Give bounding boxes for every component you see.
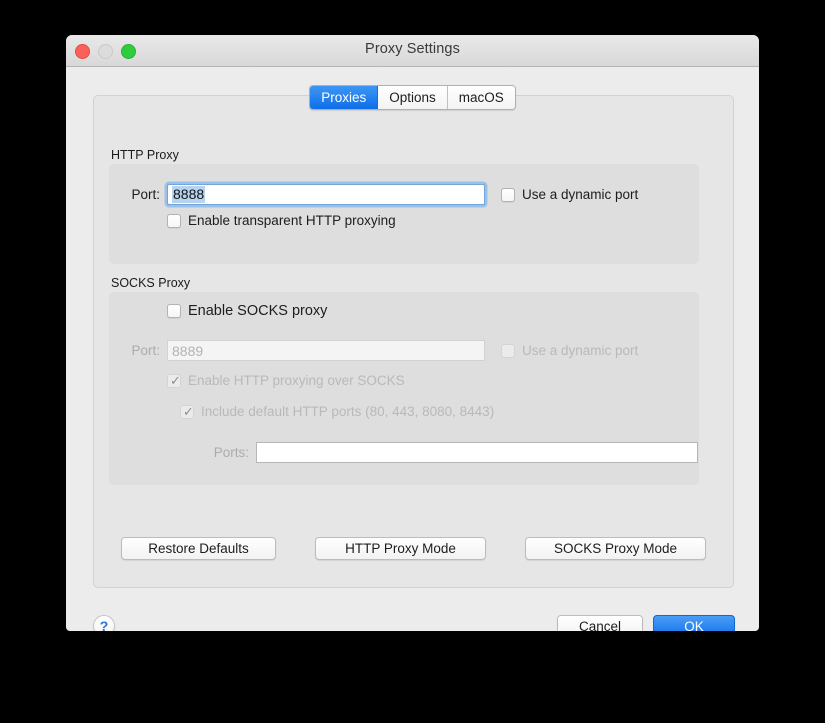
http-proxy-group-label: HTTP Proxy — [111, 148, 179, 162]
default-http-ports-row: ✓ Include default HTTP ports (80, 443, 8… — [109, 404, 494, 419]
dialog-footer: ? Cancel OK — [66, 586, 759, 631]
checkbox-box — [167, 304, 181, 318]
include-default-http-ports-label: Include default HTTP ports (80, 443, 808… — [201, 404, 494, 419]
socks-proxy-mode-button[interactable]: SOCKS Proxy Mode — [525, 537, 706, 560]
checkbox-box — [501, 188, 515, 202]
window-title: Proxy Settings — [66, 41, 759, 57]
tab-proxies[interactable]: Proxies — [310, 86, 378, 109]
http-proxy-mode-button[interactable]: HTTP Proxy Mode — [315, 537, 486, 560]
checkmark-icon: ✓ — [170, 373, 181, 389]
checkbox-box: ✓ — [167, 374, 181, 388]
http-dynamic-port-label: Use a dynamic port — [522, 187, 638, 202]
mode-button-row: Restore Defaults HTTP Proxy Mode SOCKS P… — [121, 537, 706, 560]
enable-transparent-http-proxying-label: Enable transparent HTTP proxying — [188, 213, 396, 228]
proxy-settings-window: Proxy Settings Proxies Options macOS HTT… — [66, 35, 759, 631]
http-transparent-row: Enable transparent HTTP proxying — [109, 213, 396, 228]
socks-port-label: Port: — [109, 343, 160, 358]
enable-socks-proxy-checkbox[interactable]: Enable SOCKS proxy — [167, 303, 327, 319]
cancel-button[interactable]: Cancel — [557, 615, 643, 631]
http-dynamic-port-checkbox[interactable]: Use a dynamic port — [501, 187, 638, 202]
include-default-http-ports-checkbox: ✓ Include default HTTP ports (80, 443, 8… — [180, 404, 494, 419]
socks-port-input[interactable]: 8889 — [167, 340, 485, 361]
enable-http-proxying-over-socks-label: Enable HTTP proxying over SOCKS — [188, 373, 405, 388]
socks-dynamic-port-checkbox: Use a dynamic port — [501, 343, 638, 358]
checkbox-box: ✓ — [180, 405, 194, 419]
socks-ports-input[interactable] — [256, 442, 698, 463]
socks-port-row: Port: 8889 Use a dynamic port — [109, 338, 699, 363]
ok-button[interactable]: OK — [653, 615, 735, 631]
enable-transparent-http-proxying-checkbox[interactable]: Enable transparent HTTP proxying — [167, 213, 396, 228]
checkbox-box — [501, 344, 515, 358]
socks-dynamic-port-label: Use a dynamic port — [522, 343, 638, 358]
socks-ports-row: Ports: — [109, 440, 699, 465]
help-button[interactable]: ? — [93, 615, 115, 631]
http-port-row: Port: 8888 Use a dynamic port — [109, 180, 699, 209]
proxies-tab-panel: HTTP Proxy Port: 8888 Use a dynamic port… — [93, 95, 734, 588]
enable-http-proxying-over-socks-checkbox: ✓ Enable HTTP proxying over SOCKS — [167, 373, 405, 388]
socks-enable-row: Enable SOCKS proxy — [109, 303, 327, 319]
tab-segmented-control: Proxies Options macOS — [309, 85, 516, 110]
tab-macos[interactable]: macOS — [448, 86, 515, 109]
http-port-value: 8888 — [172, 186, 205, 203]
http-port-label: Port: — [109, 187, 160, 202]
checkmark-icon: ✓ — [183, 404, 194, 420]
http-over-socks-row: ✓ Enable HTTP proxying over SOCKS — [109, 373, 405, 388]
footer-actions: Cancel OK — [557, 615, 735, 631]
socks-ports-label: Ports: — [109, 445, 249, 460]
socks-port-placeholder: 8889 — [172, 343, 203, 359]
title-bar: Proxy Settings — [66, 35, 759, 67]
enable-socks-proxy-label: Enable SOCKS proxy — [188, 303, 327, 319]
restore-defaults-button[interactable]: Restore Defaults — [121, 537, 276, 560]
tab-options[interactable]: Options — [378, 86, 448, 109]
question-mark-icon: ? — [100, 618, 109, 631]
checkbox-box — [167, 214, 181, 228]
socks-proxy-group-label: SOCKS Proxy — [111, 276, 190, 290]
http-port-input[interactable]: 8888 — [167, 184, 485, 205]
tab-bar: Proxies Options macOS — [66, 85, 759, 110]
